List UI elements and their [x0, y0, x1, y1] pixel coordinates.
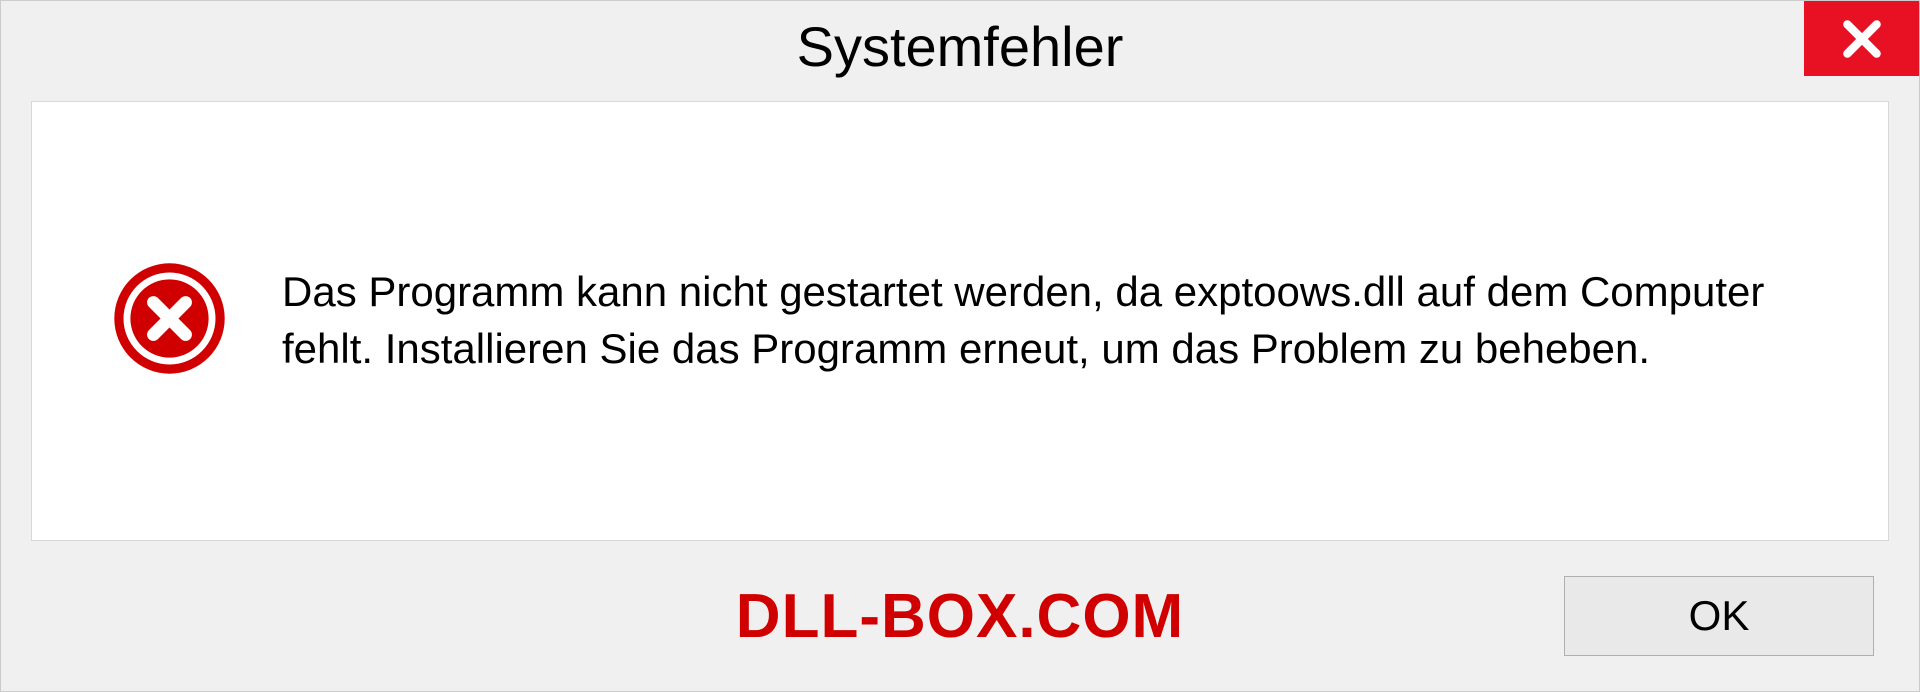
error-message: Das Programm kann nicht gestartet werden…	[282, 264, 1782, 377]
error-icon	[112, 261, 227, 381]
close-button[interactable]	[1804, 1, 1919, 76]
close-icon	[1840, 17, 1884, 61]
titlebar: Systemfehler	[1, 1, 1919, 91]
content-panel: Das Programm kann nicht gestartet werden…	[31, 101, 1889, 541]
watermark-text: DLL-BOX.COM	[736, 581, 1184, 652]
error-dialog: Systemfehler Das Programm kann nicht ges…	[0, 0, 1920, 692]
ok-button[interactable]: OK	[1564, 576, 1874, 656]
dialog-title: Systemfehler	[797, 14, 1124, 79]
dialog-footer: DLL-BOX.COM OK	[1, 541, 1919, 691]
